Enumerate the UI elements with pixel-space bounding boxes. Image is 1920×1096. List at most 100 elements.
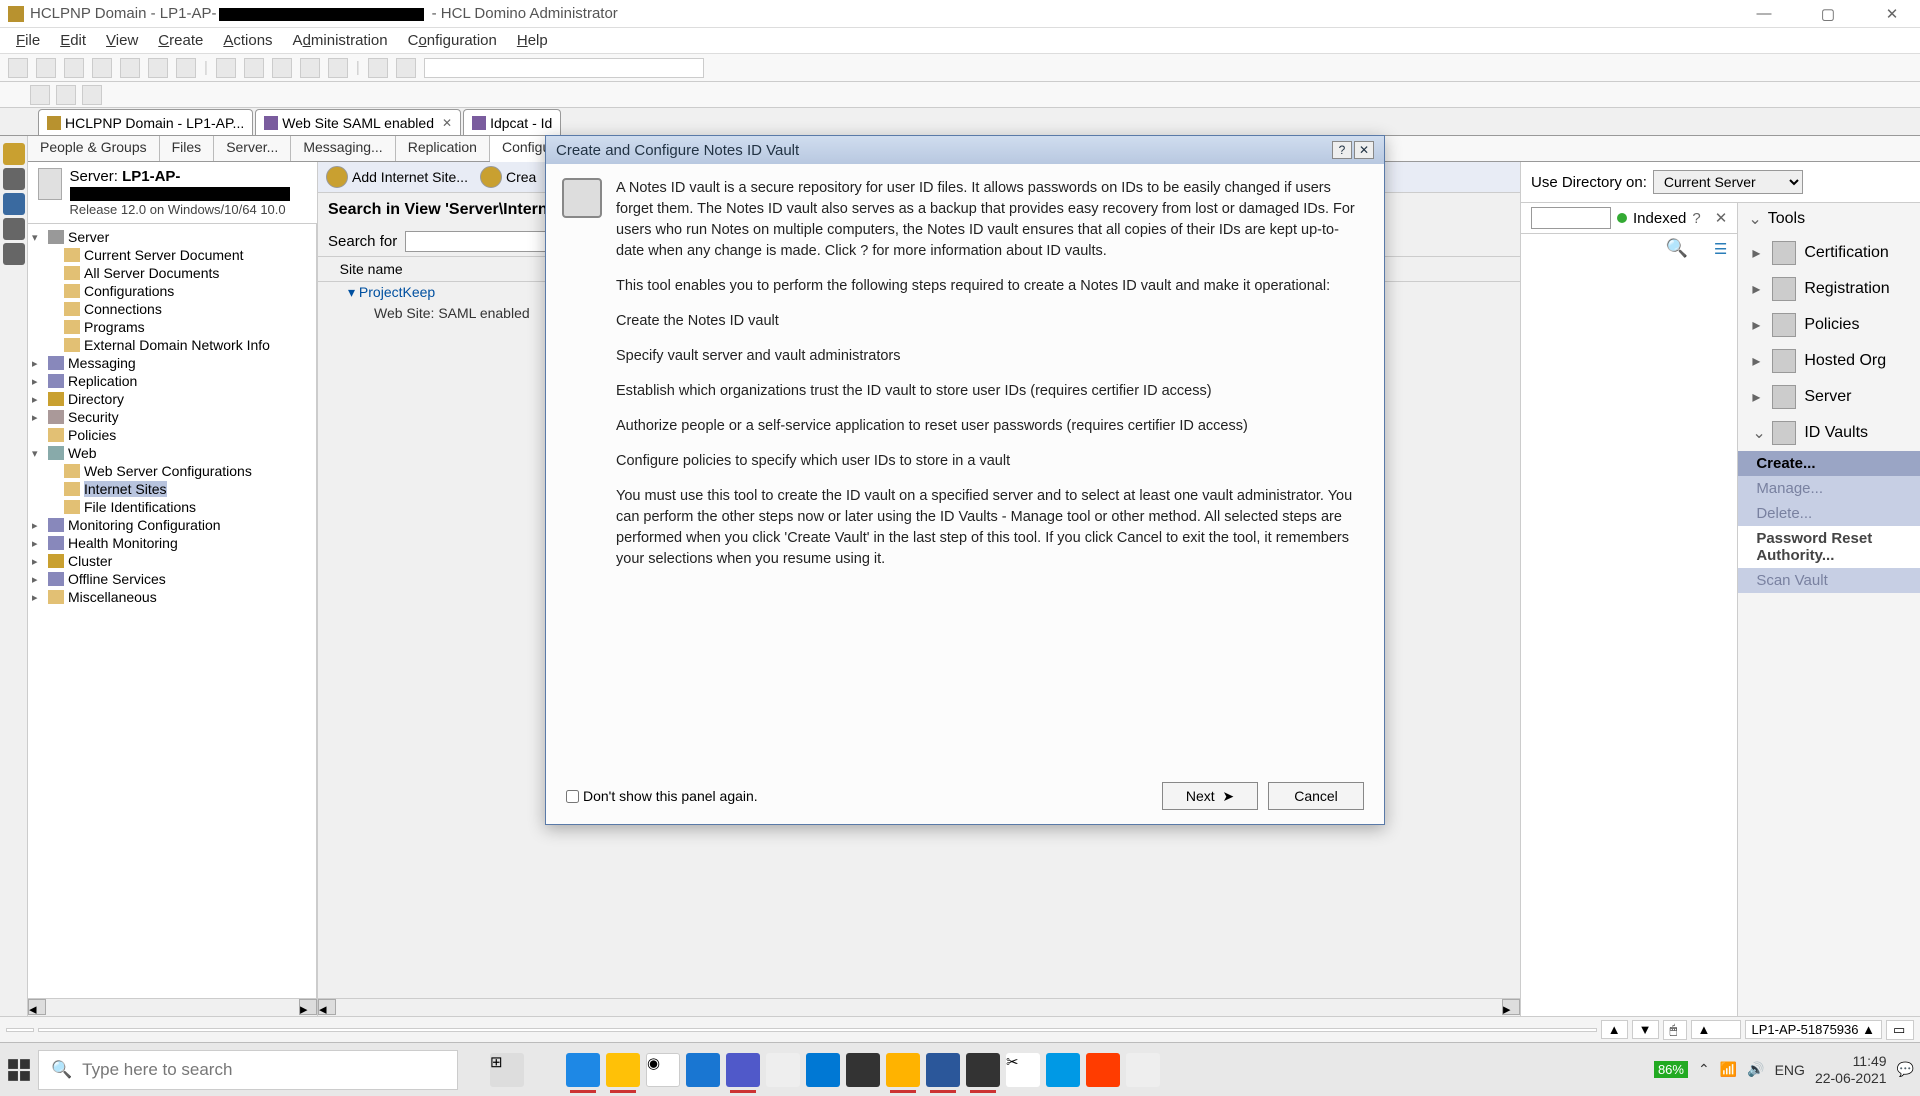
tool-server[interactable]: ▸Server bbox=[1738, 379, 1920, 415]
taskbar-store[interactable] bbox=[846, 1053, 880, 1087]
doc-tab-idpcat[interactable]: Idpcat - Id bbox=[463, 109, 561, 135]
tools-header[interactable]: ⌄Tools bbox=[1738, 203, 1920, 235]
menu-help[interactable]: Help bbox=[509, 30, 556, 51]
search-icon[interactable]: 🔍 bbox=[1665, 238, 1687, 259]
taskbar-app[interactable] bbox=[766, 1053, 800, 1087]
tree-messaging[interactable]: ▸Messaging bbox=[28, 354, 316, 372]
toolbar-btn[interactable] bbox=[272, 58, 292, 78]
vstrip-icon[interactable] bbox=[3, 243, 25, 265]
toolbar-btn[interactable] bbox=[176, 58, 196, 78]
tool-policies[interactable]: ▸Policies bbox=[1738, 307, 1920, 343]
tray-chevron-icon[interactable]: ⌃ bbox=[1698, 1061, 1710, 1078]
idvault-scan[interactable]: Scan Vault bbox=[1738, 568, 1920, 593]
toolbar-btn[interactable] bbox=[244, 58, 264, 78]
toolbar-btn[interactable] bbox=[120, 58, 140, 78]
tree-security[interactable]: ▸Security bbox=[28, 408, 316, 426]
menu-configuration[interactable]: Configuration bbox=[400, 30, 505, 51]
taskbar-teams[interactable] bbox=[726, 1053, 760, 1087]
tree-web[interactable]: ▾Web bbox=[28, 444, 316, 462]
tree-offline-services[interactable]: ▸Offline Services bbox=[28, 570, 316, 588]
tree-hscroll[interactable]: ◂▸ bbox=[28, 998, 317, 1016]
taskbar-word[interactable] bbox=[926, 1053, 960, 1087]
taskbar-edge[interactable] bbox=[566, 1053, 600, 1087]
vstrip-icon[interactable] bbox=[3, 168, 25, 190]
tree-connections[interactable]: Connections bbox=[28, 300, 316, 318]
action-create[interactable]: Crea bbox=[480, 166, 536, 188]
filter-icon[interactable]: ☰ bbox=[1714, 240, 1727, 258]
task-view-icon[interactable]: ⊞ bbox=[490, 1053, 524, 1087]
tree-cluster[interactable]: ▸Cluster bbox=[28, 552, 316, 570]
tree-all-server-docs[interactable]: All Server Documents bbox=[28, 264, 316, 282]
tree-monitoring-config[interactable]: ▸Monitoring Configuration bbox=[28, 516, 316, 534]
tree-current-server-doc[interactable]: Current Server Document bbox=[28, 246, 316, 264]
taskbar-photos[interactable] bbox=[1046, 1053, 1080, 1087]
toolbar-btn[interactable] bbox=[30, 85, 50, 105]
subtab-server[interactable]: Server... bbox=[214, 136, 291, 161]
next-button[interactable]: Next ➤ bbox=[1162, 782, 1258, 810]
dialog-help-button[interactable]: ? bbox=[1332, 141, 1352, 159]
toolbar-btn[interactable] bbox=[36, 58, 56, 78]
taskbar-snip[interactable]: ✂ bbox=[1006, 1053, 1040, 1087]
vstrip-icon[interactable] bbox=[3, 143, 25, 165]
idvault-create[interactable]: Create... bbox=[1738, 451, 1920, 476]
volume-icon[interactable]: 🔊 bbox=[1747, 1061, 1764, 1078]
tree-policies[interactable]: Policies bbox=[28, 426, 316, 444]
taskbar-chrome[interactable]: ◉ bbox=[646, 1053, 680, 1087]
language-indicator[interactable]: ENG bbox=[1775, 1062, 1805, 1078]
taskbar-app[interactable] bbox=[1086, 1053, 1120, 1087]
tree-miscellaneous[interactable]: ▸Miscellaneous bbox=[28, 588, 316, 606]
toolbar-btn[interactable] bbox=[328, 58, 348, 78]
dialog-close-button[interactable]: ✕ bbox=[1354, 141, 1374, 159]
search-icon[interactable] bbox=[396, 58, 416, 78]
idvault-password-reset[interactable]: Password Reset Authority... bbox=[1738, 526, 1920, 568]
close-icon[interactable]: ✕ bbox=[1715, 209, 1728, 227]
toolbar-btn[interactable] bbox=[148, 58, 168, 78]
status-nav[interactable]: ▲ bbox=[1601, 1020, 1628, 1039]
toolbar-btn[interactable] bbox=[8, 58, 28, 78]
tree-file-identifications[interactable]: File Identifications bbox=[28, 498, 316, 516]
directory-select[interactable]: Current Server bbox=[1653, 170, 1803, 194]
toolbar-btn[interactable] bbox=[216, 58, 236, 78]
taskbar-app[interactable] bbox=[686, 1053, 720, 1087]
taskbar-mail[interactable] bbox=[806, 1053, 840, 1087]
minimize-button[interactable]: — bbox=[1744, 5, 1784, 23]
tree-web-server-config[interactable]: Web Server Configurations bbox=[28, 462, 316, 480]
toolbar-btn[interactable] bbox=[300, 58, 320, 78]
status-nav[interactable]: ▼ bbox=[1632, 1020, 1659, 1039]
menu-edit[interactable]: Edit bbox=[52, 30, 94, 51]
tool-hosted-org[interactable]: ▸Hosted Org bbox=[1738, 343, 1920, 379]
toolbar-btn[interactable] bbox=[82, 85, 102, 105]
battery-indicator[interactable]: 86% bbox=[1654, 1061, 1688, 1078]
doc-tab-website[interactable]: Web Site SAML enabled ✕ bbox=[255, 109, 461, 135]
indexed-combo[interactable] bbox=[1531, 207, 1611, 229]
view-hscroll[interactable]: ◂▸ bbox=[318, 998, 1520, 1016]
toolbar-btn[interactable] bbox=[92, 58, 112, 78]
tool-registration[interactable]: ▸Registration bbox=[1738, 271, 1920, 307]
menu-actions[interactable]: Actions bbox=[215, 30, 280, 51]
tool-certification[interactable]: ▸Certification bbox=[1738, 235, 1920, 271]
menu-file[interactable]: File bbox=[8, 30, 48, 51]
idvault-manage[interactable]: Manage... bbox=[1738, 476, 1920, 501]
idvault-delete[interactable]: Delete... bbox=[1738, 501, 1920, 526]
subtab-replication[interactable]: Replication bbox=[396, 136, 490, 161]
doc-tab-domain[interactable]: HCLPNP Domain - LP1-AP... bbox=[38, 109, 253, 135]
action-add-internet-site[interactable]: Add Internet Site... bbox=[326, 166, 468, 188]
toolbar-btn[interactable] bbox=[56, 85, 76, 105]
tree-server[interactable]: ▾Server bbox=[28, 228, 316, 246]
taskbar-explorer[interactable] bbox=[606, 1053, 640, 1087]
tree-directory[interactable]: ▸Directory bbox=[28, 390, 316, 408]
subtab-people-groups[interactable]: People & Groups bbox=[28, 136, 160, 161]
menu-create[interactable]: Create bbox=[150, 30, 211, 51]
subtab-messaging[interactable]: Messaging... bbox=[291, 136, 395, 161]
notifications-icon[interactable]: 💬 bbox=[1897, 1061, 1914, 1078]
taskbar-search[interactable]: 🔍 Type here to search bbox=[38, 1050, 458, 1090]
tool-id-vaults[interactable]: ⌄ID Vaults bbox=[1738, 415, 1920, 451]
search-icon[interactable] bbox=[368, 58, 388, 78]
tree-internet-sites[interactable]: Internet Sites bbox=[28, 480, 316, 498]
taskbar-clock[interactable]: 11:49 22-06-2021 bbox=[1815, 1053, 1887, 1087]
vstrip-icon[interactable] bbox=[3, 218, 25, 240]
maximize-button[interactable]: ▢ bbox=[1808, 5, 1848, 23]
menu-view[interactable]: View bbox=[98, 30, 146, 51]
tree-replication[interactable]: ▸Replication bbox=[28, 372, 316, 390]
taskbar-app[interactable] bbox=[1126, 1053, 1160, 1087]
